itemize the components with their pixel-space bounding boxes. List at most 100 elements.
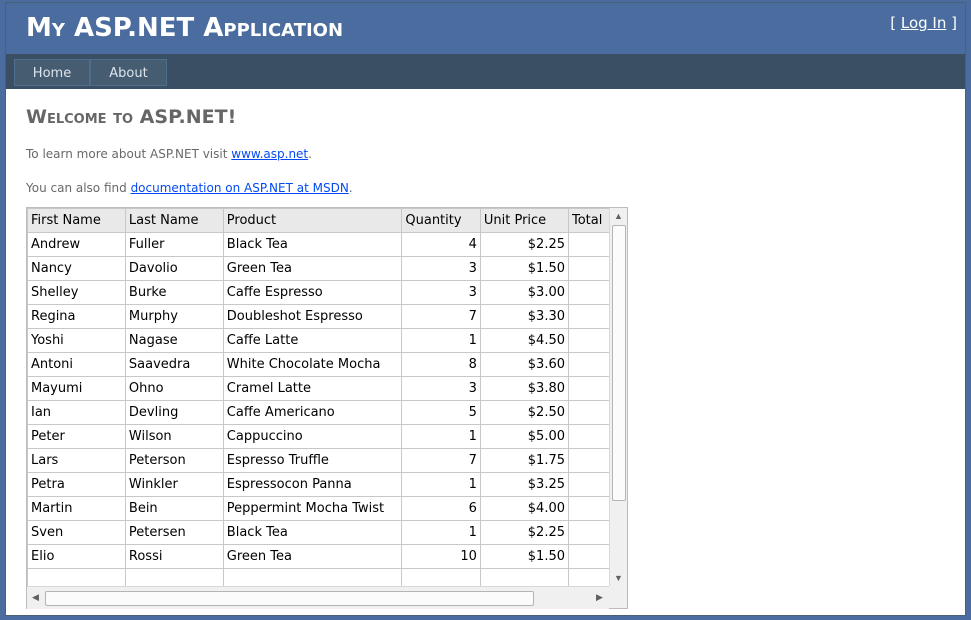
first-name-cell: Ian — [27, 400, 126, 425]
product-cell: Cramel Latte — [222, 376, 403, 401]
last-name-cell: Davolio — [124, 256, 224, 281]
scroll-right-arrow-icon[interactable]: ▶ — [596, 593, 603, 602]
quantity-cell: 10 — [401, 544, 481, 569]
scroll-up-arrow-icon[interactable]: ▲ — [614, 212, 623, 221]
first-name-cell: Petra — [27, 472, 126, 497]
quantity-cell: 7 — [401, 304, 481, 329]
first-name-cell: Sven — [27, 520, 126, 545]
quantity-cell: 8 — [401, 352, 481, 377]
quantity-cell: 7 — [401, 448, 481, 473]
column-header-last-name[interactable]: Last Name — [124, 208, 224, 233]
intro-end: . — [308, 147, 312, 161]
docs-text: You can also find — [26, 181, 131, 195]
column-header-first-name[interactable]: First Name — [27, 208, 126, 233]
unit-price-cell: $3.80 — [479, 376, 570, 401]
quantity-cell: 3 — [401, 280, 481, 305]
quantity-cell: 6 — [401, 496, 481, 521]
first-name-cell: Nancy — [27, 256, 126, 281]
grid-table: First Name Last Name Product Quantity Un… — [27, 208, 627, 593]
first-name-cell: Peter — [27, 424, 126, 449]
horizontal-scroll-thumb[interactable] — [45, 591, 534, 606]
last-name-cell: Wilson — [124, 424, 224, 449]
table-row[interactable]: Ian Devling Caffe Americano 5 $2.50 — [27, 400, 627, 425]
unit-price-cell: $1.50 — [479, 544, 570, 569]
app-title: My ASP.NET Application — [26, 13, 344, 43]
unit-price-cell: $4.00 — [479, 496, 570, 521]
login-bracket-open: [ — [890, 14, 901, 32]
last-name-cell: Nagase — [124, 328, 224, 353]
vertical-scroll-thumb[interactable] — [612, 225, 626, 501]
product-cell: Espresso Truffle — [222, 448, 403, 473]
unit-price-cell: $4.50 — [479, 328, 570, 353]
asp-net-link[interactable]: www.asp.net — [231, 147, 308, 161]
scroll-left-arrow-icon[interactable]: ◀ — [32, 593, 39, 602]
login-display: [ Log In ] — [890, 14, 957, 32]
product-cell: Doubleshot Espresso — [222, 304, 403, 329]
table-row[interactable]: Antoni Saavedra White Chocolate Mocha 8 $3.6… — [27, 352, 627, 377]
last-name-cell: Peterson — [124, 448, 224, 473]
column-header-product[interactable]: Product — [222, 208, 403, 233]
table-row[interactable]: Elio Rossi Green Tea 10 $1.50 — [27, 544, 627, 569]
menu-item-about[interactable]: About — [90, 59, 167, 86]
product-cell: Caffe Espresso — [222, 280, 403, 305]
product-cell: Cappuccino — [222, 424, 403, 449]
menu-bar: Home About — [6, 54, 965, 89]
menu-item-home[interactable]: Home — [14, 59, 90, 86]
table-row[interactable]: Mayumi Ohno Cramel Latte 3 $3.80 — [27, 376, 627, 401]
column-header-unit-price[interactable]: Unit Price — [479, 208, 570, 233]
first-name-cell: Antoni — [27, 352, 126, 377]
unit-price-cell: $2.25 — [479, 232, 570, 257]
grid-header-row: First Name Last Name Product Quantity Un… — [27, 208, 627, 233]
product-cell: Espressocon Panna — [222, 472, 403, 497]
docs-end: . — [348, 181, 353, 195]
unit-price-cell: $1.50 — [479, 256, 570, 281]
product-cell: Green Tea — [222, 544, 403, 569]
column-header-quantity[interactable]: Quantity — [401, 208, 481, 233]
page-title: Welcome to ASP.NET! — [26, 106, 237, 128]
table-row[interactable]: Petra Winkler Espressocon Panna 1 $3.25 — [27, 472, 627, 497]
first-name-cell: Elio — [27, 544, 126, 569]
msdn-docs-link[interactable]: documentation on ASP.NET at MSDN — [131, 181, 349, 195]
unit-price-cell: $5.00 — [479, 424, 570, 449]
table-row[interactable]: Lars Peterson Espresso Truffle 7 $1.75 — [27, 448, 627, 473]
login-bracket-close: ] — [946, 14, 957, 32]
table-row[interactable]: Yoshi Nagase Caffe Latte 1 $4.50 — [27, 328, 627, 353]
last-name-cell: Devling — [124, 400, 224, 425]
product-cell: White Chocolate Mocha — [222, 352, 403, 377]
first-name-cell: Yoshi — [27, 328, 126, 353]
quantity-cell: 3 — [401, 256, 481, 281]
table-row[interactable]: Andrew Fuller Black Tea 4 $2.25 — [27, 232, 627, 257]
scrollbar-corner — [609, 586, 627, 608]
last-name-cell: Bein — [124, 496, 224, 521]
unit-price-cell: $3.60 — [479, 352, 570, 377]
first-name-cell: Martin — [27, 496, 126, 521]
horizontal-scrollbar[interactable]: ◀ ▶ — [27, 586, 609, 609]
quantity-cell: 1 — [401, 328, 481, 353]
table-row[interactable]: Peter Wilson Cappuccino 1 $5.00 — [27, 424, 627, 449]
first-name-cell: Lars — [27, 448, 126, 473]
last-name-cell: Saavedra — [124, 352, 224, 377]
scroll-down-arrow-icon[interactable]: ▼ — [614, 574, 623, 583]
table-row[interactable]: Nancy Davolio Green Tea 3 $1.50 — [27, 256, 627, 281]
header: My ASP.NET Application [ Log In ] — [6, 3, 965, 54]
login-link[interactable]: Log In — [901, 14, 947, 32]
quantity-cell: 1 — [401, 424, 481, 449]
docs-paragraph: You can also find documentation on ASP.N… — [26, 181, 353, 195]
data-grid[interactable]: First Name Last Name Product Quantity Un… — [26, 207, 628, 609]
product-cell: Peppermint Mocha Twist — [222, 496, 403, 521]
table-row[interactable]: Shelley Burke Caffe Espresso 3 $3.00 — [27, 280, 627, 305]
quantity-cell: 3 — [401, 376, 481, 401]
unit-price-cell: $3.25 — [479, 472, 570, 497]
intro-paragraph: To learn more about ASP.NET visit www.as… — [26, 147, 312, 161]
quantity-cell: 1 — [401, 520, 481, 545]
product-cell: Caffe Americano — [222, 400, 403, 425]
vertical-scrollbar[interactable]: ▲ ▼ — [609, 208, 627, 586]
table-row[interactable]: Regina Murphy Doubleshot Espresso 7 $3.30 — [27, 304, 627, 329]
last-name-cell: Murphy — [124, 304, 224, 329]
last-name-cell: Winkler — [124, 472, 224, 497]
quantity-cell: 5 — [401, 400, 481, 425]
first-name-cell: Andrew — [27, 232, 126, 257]
table-row[interactable]: Martin Bein Peppermint Mocha Twist 6 $4.00 — [27, 496, 627, 521]
table-row[interactable]: Sven Petersen Black Tea 1 $2.25 — [27, 520, 627, 545]
unit-price-cell: $3.00 — [479, 280, 570, 305]
